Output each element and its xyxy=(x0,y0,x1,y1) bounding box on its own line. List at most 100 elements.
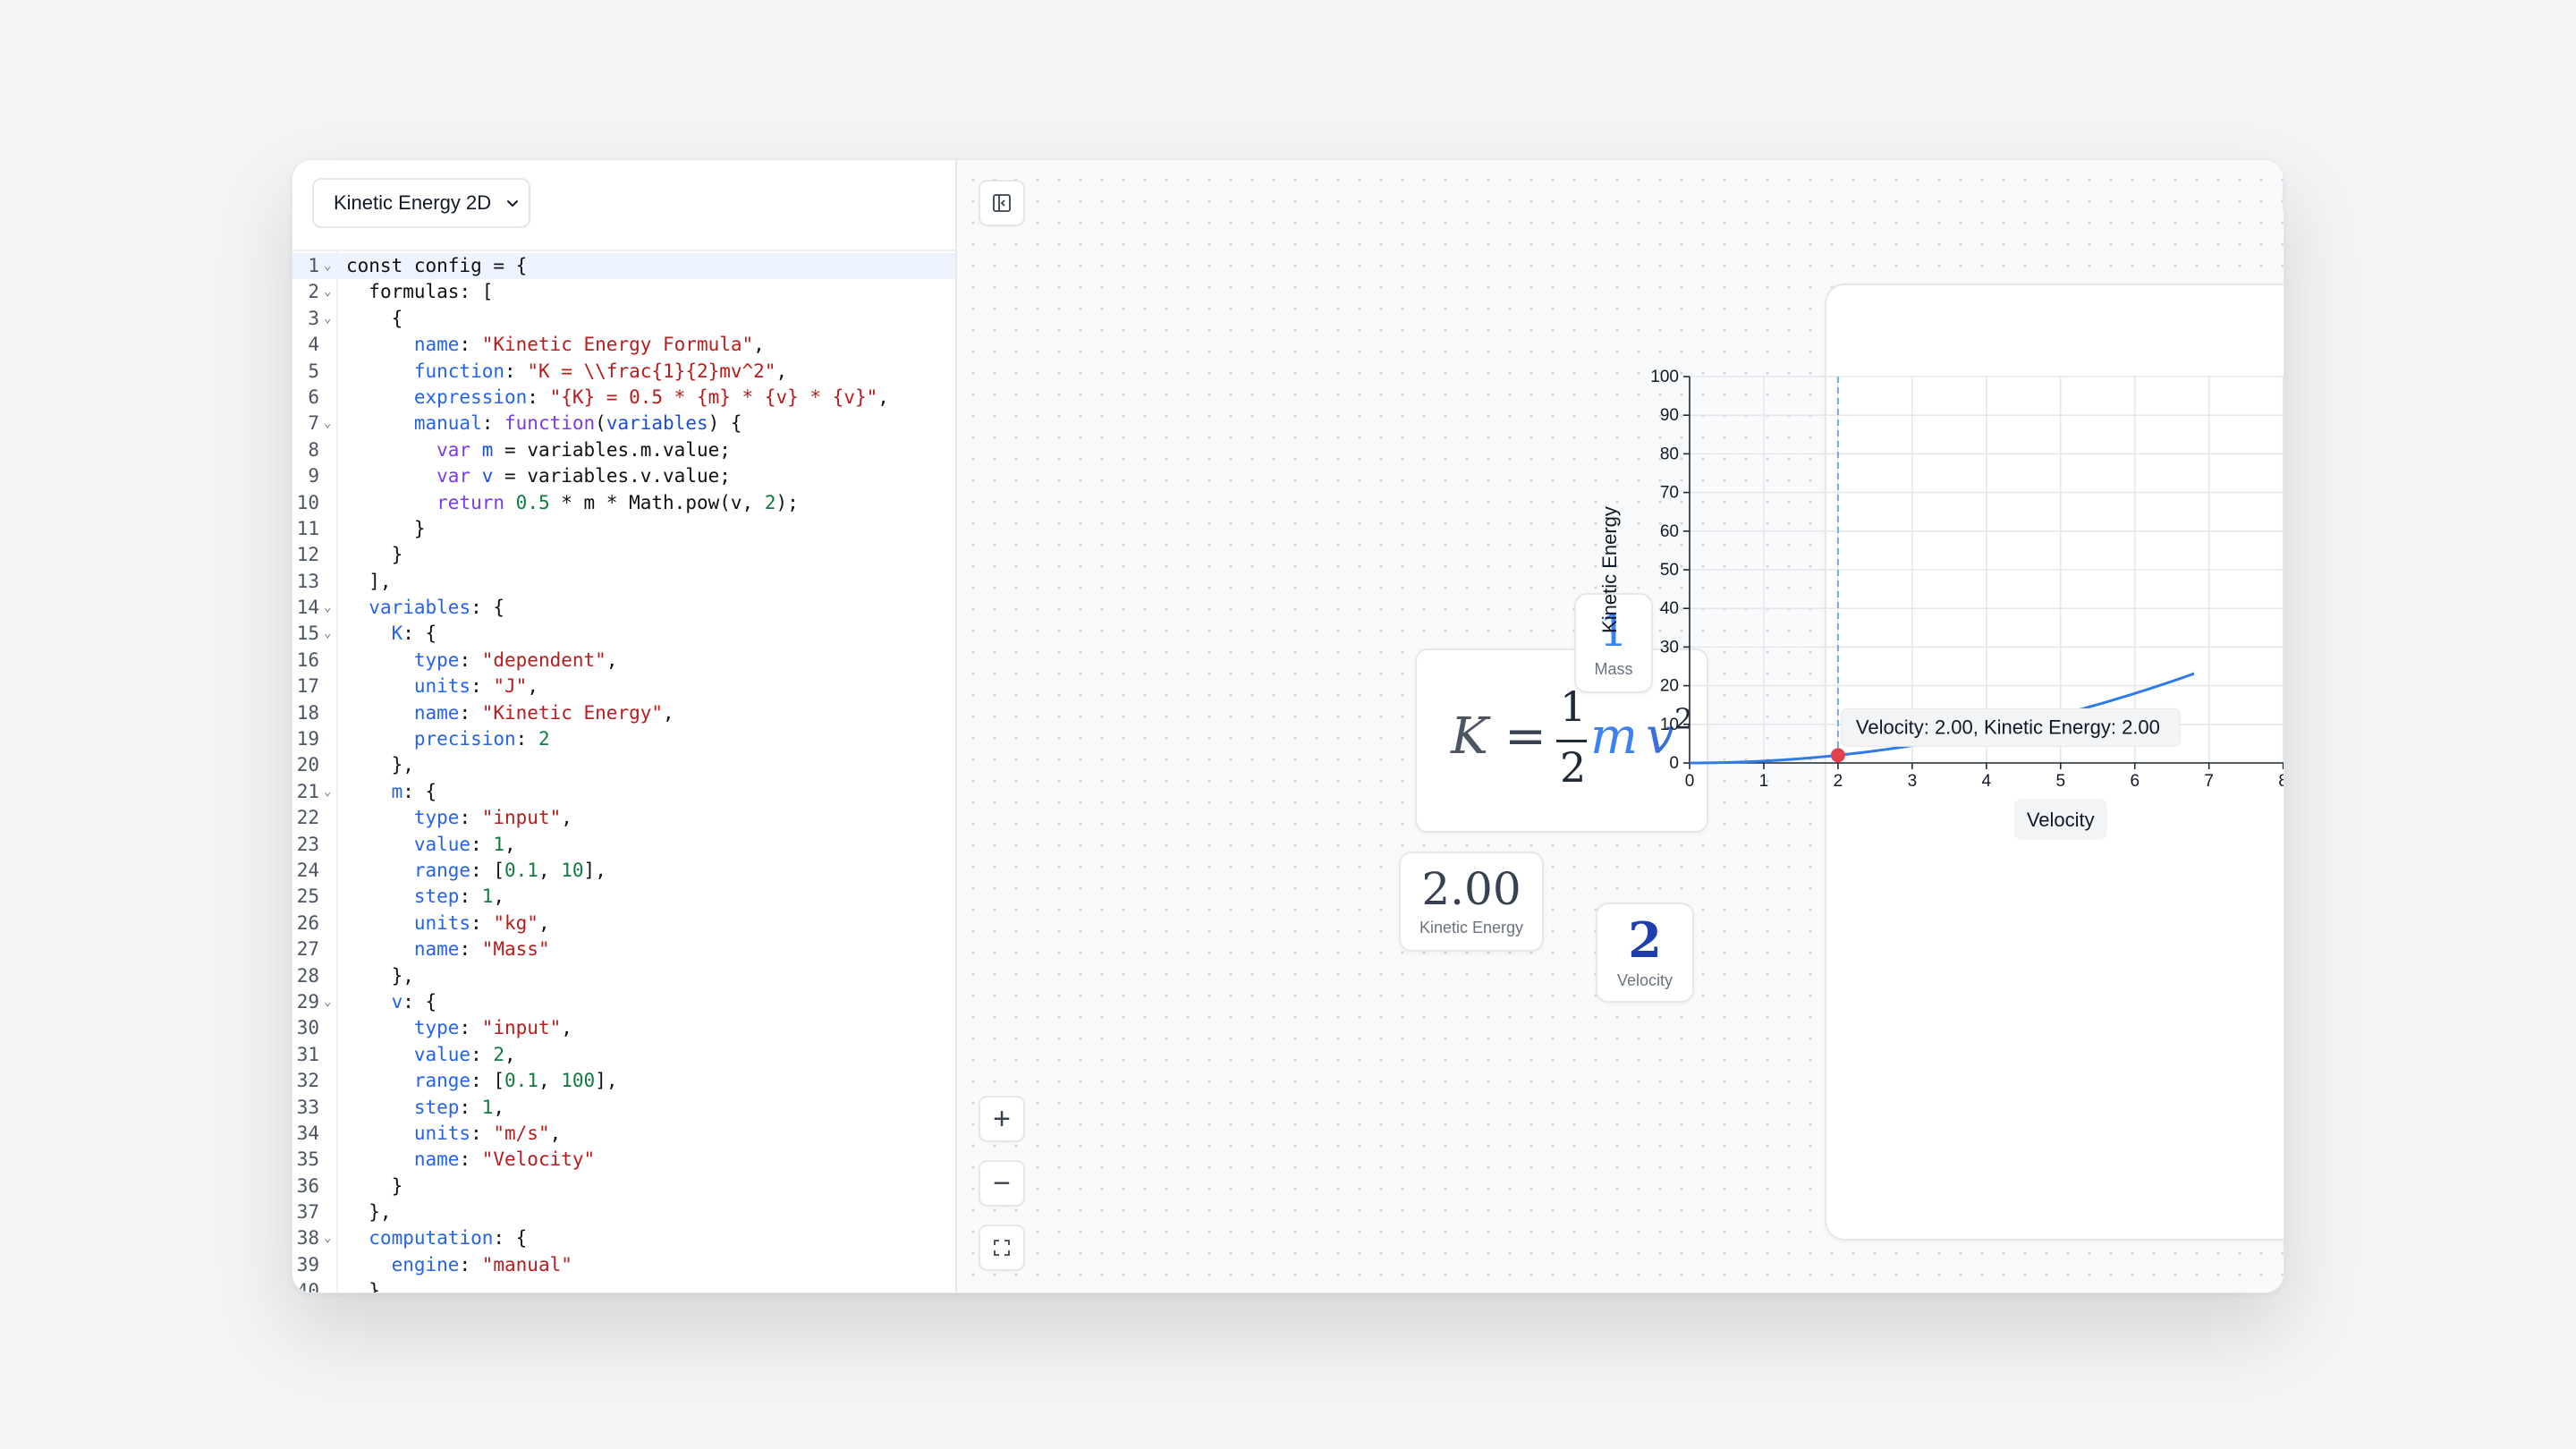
x-tick-label: 4 xyxy=(1982,772,1992,791)
code-text: expression: "{K} = 0.5 * {m} * {v} * {v}… xyxy=(413,386,889,408)
kinetic-energy-badge[interactable]: 2.00 Kinetic Energy xyxy=(1399,852,1544,952)
line-number: 11 xyxy=(296,517,319,539)
code-line[interactable]: 40 } xyxy=(292,1278,955,1293)
code-line[interactable]: 39 engine: "manual" xyxy=(292,1252,955,1278)
code-text: type: "input", xyxy=(413,807,572,829)
code-line[interactable]: 35 name: "Velocity" xyxy=(292,1147,955,1173)
formula-toggle-button[interactable] xyxy=(2283,176,2284,217)
line-number: 35 xyxy=(296,1148,319,1171)
line-number: 3 xyxy=(308,307,319,329)
highlight-point[interactable] xyxy=(1830,748,1845,763)
code-line[interactable]: 11 } xyxy=(292,516,955,542)
code-line[interactable]: 4 name: "Kinetic Energy Formula", xyxy=(292,332,955,358)
line-number: 30 xyxy=(296,1017,319,1039)
code-line[interactable]: 14 ⌄ variables: { xyxy=(292,595,955,621)
code-line[interactable]: 32 range: [0.1, 100], xyxy=(292,1068,955,1094)
code-area[interactable]: 1 ⌄ const config = {2 ⌄ formulas: [3 ⌄ {4 na… xyxy=(292,253,955,1293)
line-number: 9 xyxy=(308,465,319,487)
code-line[interactable]: 24 range: [0.1, 10], xyxy=(292,858,955,884)
code-line[interactable]: 20 }, xyxy=(292,752,955,778)
x-tick-label: 0 xyxy=(1685,772,1695,791)
code-line[interactable]: 28 }, xyxy=(292,963,955,989)
code-text: range: [0.1, 100], xyxy=(413,1070,618,1092)
line-number: 33 xyxy=(296,1096,319,1118)
code-text: const config = { xyxy=(346,255,528,276)
code-text: ], xyxy=(346,570,392,592)
code-text: formulas: [ xyxy=(369,281,494,303)
y-tick-label: 50 xyxy=(1660,561,1679,580)
line-number: 19 xyxy=(296,728,319,750)
series-point[interactable] xyxy=(1686,759,1693,767)
code-line[interactable]: 36 } xyxy=(292,1174,955,1199)
code-text: } xyxy=(346,1280,380,1293)
code-line[interactable]: 22 type: "input", xyxy=(292,805,955,831)
x-tick-label: 5 xyxy=(2055,772,2065,791)
series-point[interactable] xyxy=(1760,758,1767,765)
code-line[interactable]: 19 precision: 2 xyxy=(292,726,955,752)
code-line[interactable]: 31 value: 2, xyxy=(292,1042,955,1068)
line-number: 29 xyxy=(296,990,319,1013)
zoom-out-button[interactable]: − xyxy=(979,1160,1025,1207)
zoom-in-button[interactable]: + xyxy=(979,1096,1025,1142)
code-text: function: "K = \\frac{1}{2}mv^2", xyxy=(413,360,788,382)
code-line[interactable]: 21 ⌄ m: { xyxy=(292,779,955,805)
code-line[interactable]: 33 step: 1, xyxy=(292,1095,955,1121)
code-line[interactable]: 25 step: 1, xyxy=(292,884,955,910)
minus-icon: − xyxy=(993,1166,1011,1200)
code-line[interactable]: 7 ⌄ manual: function(variables) { xyxy=(292,411,955,436)
code-text: value: 1, xyxy=(413,833,516,855)
code-line[interactable]: 26 units: "kg", xyxy=(292,911,955,936)
x-tick-label: 2 xyxy=(1834,772,1843,791)
code-line[interactable]: 9 var v = variables.v.value; xyxy=(292,463,955,489)
code-text: name: "Velocity" xyxy=(413,1148,596,1171)
code-line[interactable]: 10 return 0.5 * m * Math.pow(v, 2); xyxy=(292,490,955,516)
fold-chevron-icon[interactable]: ⌄ xyxy=(324,779,331,805)
line-number: 22 xyxy=(296,807,319,829)
config-selector-dropdown[interactable]: Kinetic Energy 2D xyxy=(312,178,530,228)
code-line[interactable]: 38 ⌄ computation: { xyxy=(292,1225,955,1251)
code-text: return 0.5 * m * Math.pow(v, 2); xyxy=(436,491,799,513)
fold-chevron-icon[interactable]: ⌄ xyxy=(324,279,331,305)
code-line[interactable]: 13 ], xyxy=(292,569,955,595)
code-line[interactable]: 16 type: "dependent", xyxy=(292,648,955,674)
y-tick-label: 20 xyxy=(1660,677,1679,696)
code-line[interactable]: 29 ⌄ v: { xyxy=(292,989,955,1015)
code-line[interactable]: 3 ⌄ { xyxy=(292,306,955,332)
fold-chevron-icon[interactable]: ⌄ xyxy=(324,411,331,436)
code-line[interactable]: 5 function: "K = \\frac{1}{2}mv^2", xyxy=(292,359,955,385)
code-line[interactable]: 15 ⌄ K: { xyxy=(292,621,955,647)
code-line[interactable]: 2 ⌄ formulas: [ xyxy=(292,279,955,305)
line-number: 6 xyxy=(308,386,319,408)
code-line[interactable]: 18 name: "Kinetic Energy", xyxy=(292,700,955,726)
series-point[interactable] xyxy=(2131,690,2139,697)
fold-chevron-icon[interactable]: ⌄ xyxy=(324,595,331,621)
code-line[interactable]: 27 name: "Mass" xyxy=(292,936,955,962)
y-tick-label: 80 xyxy=(1660,445,1679,463)
kinetic-energy-chart[interactable]: 0 1 2 3 4 5 6 7 80102030405060708090100Kinetic E… xyxy=(1538,284,2284,1241)
line-number: 15 xyxy=(296,623,319,645)
code-line[interactable]: 23 value: 1, xyxy=(292,832,955,858)
code-line[interactable]: 1 ⌄ const config = { xyxy=(292,253,955,280)
app-window: Kinetic Energy 2D 1 ⌄ const config = {2 ⌄ f… xyxy=(292,159,2284,1293)
fold-chevron-icon[interactable]: ⌄ xyxy=(324,306,331,332)
code-line[interactable]: 17 units: "J", xyxy=(292,674,955,699)
fit-view-button[interactable] xyxy=(979,1224,1025,1271)
code-line[interactable]: 30 type: "input", xyxy=(292,1015,955,1041)
fit-view-icon xyxy=(994,1240,1010,1256)
code-line[interactable]: 34 units: "m/s", xyxy=(292,1121,955,1147)
line-number: 4 xyxy=(308,334,319,356)
code-line[interactable]: 12 } xyxy=(292,542,955,568)
fold-chevron-icon[interactable]: ⌄ xyxy=(324,253,331,279)
y-tick-label: 70 xyxy=(1660,484,1679,503)
code-line[interactable]: 6 expression: "{K} = 0.5 * {m} * {v} * {… xyxy=(292,385,955,411)
code-text: K: { xyxy=(391,623,437,645)
fold-chevron-icon[interactable]: ⌄ xyxy=(324,989,331,1015)
fold-chevron-icon[interactable]: ⌄ xyxy=(324,621,331,647)
code-text: } xyxy=(346,1174,403,1197)
sidebar-toggle-button[interactable] xyxy=(979,180,1025,226)
fold-chevron-icon[interactable]: ⌄ xyxy=(324,1225,331,1251)
code-line[interactable]: 37 }, xyxy=(292,1199,955,1225)
line-number: 16 xyxy=(296,648,319,671)
line-number: 23 xyxy=(296,833,319,855)
code-line[interactable]: 8 var m = variables.m.value; xyxy=(292,437,955,463)
